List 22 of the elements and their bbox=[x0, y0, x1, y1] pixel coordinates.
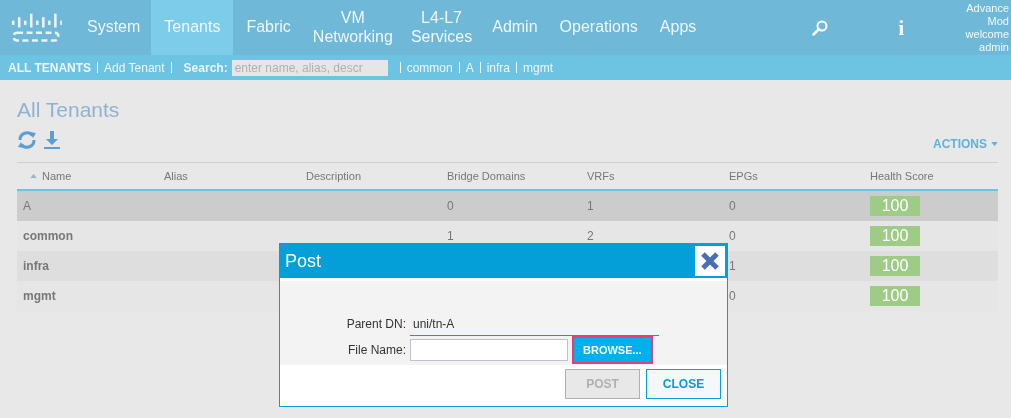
table-cell: 0 bbox=[729, 289, 736, 303]
health-badge: 100 bbox=[870, 226, 920, 246]
health-badge: 100 bbox=[870, 256, 920, 276]
table-cell: infra bbox=[23, 259, 49, 273]
table-cell: 0 bbox=[447, 199, 454, 213]
table-cell: common bbox=[23, 229, 73, 243]
health-badge: 100 bbox=[870, 196, 920, 216]
parent-dn-field: uni/tn-A bbox=[410, 312, 659, 336]
table-cell: A bbox=[23, 199, 31, 213]
table-cell: 1 bbox=[447, 229, 454, 243]
table-cell: 0 bbox=[729, 229, 736, 243]
search-label: Search: bbox=[183, 60, 228, 75]
field-label: Parent DN: bbox=[345, 317, 406, 331]
field-label: File Name: bbox=[347, 343, 406, 357]
page-title: All Tenants bbox=[17, 98, 121, 122]
dialog-title: Post bbox=[285, 250, 322, 272]
table-cell: 1 bbox=[587, 199, 594, 213]
table-cell: 0 bbox=[729, 199, 736, 213]
table-cell: 1 bbox=[729, 259, 736, 273]
table-cell: 2 bbox=[587, 229, 594, 243]
health-badge: 100 bbox=[870, 286, 920, 306]
table-cell: mgmt bbox=[23, 289, 56, 303]
